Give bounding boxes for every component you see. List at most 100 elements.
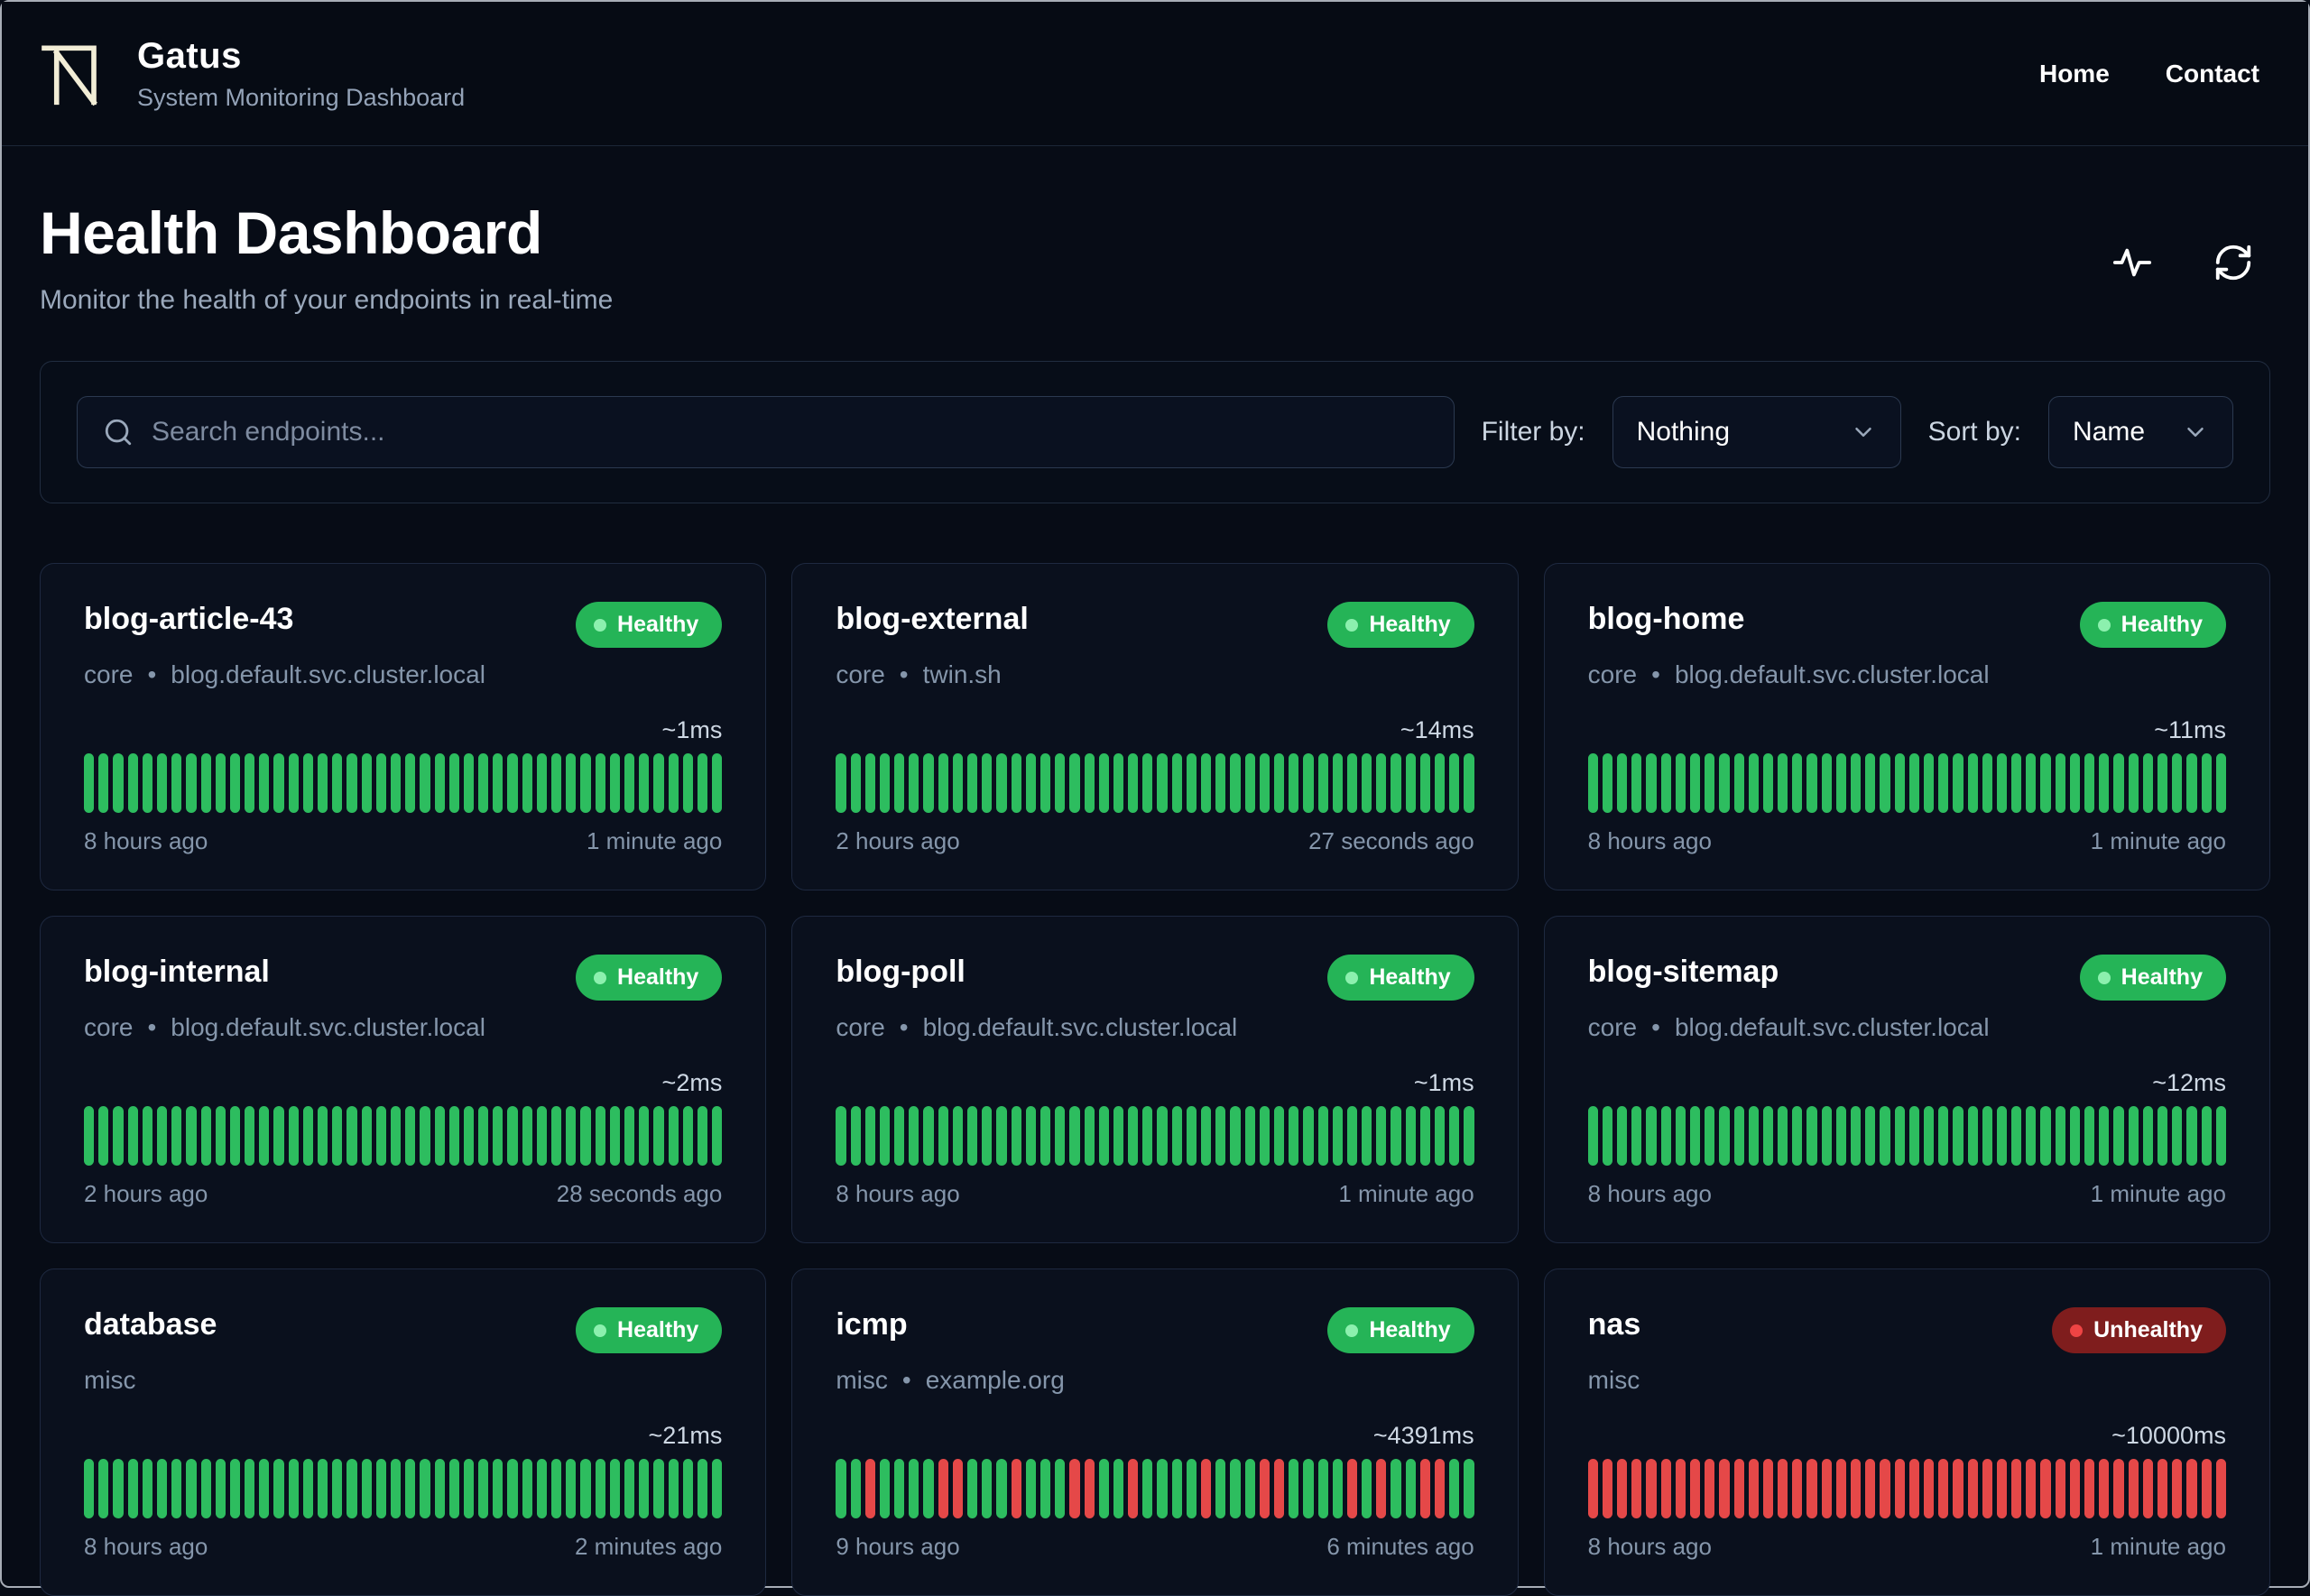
- uptime-bar[interactable]: [624, 1106, 635, 1166]
- uptime-bar[interactable]: [1332, 1106, 1343, 1166]
- uptime-bar[interactable]: [1705, 1106, 1715, 1166]
- uptime-bar[interactable]: [84, 1106, 95, 1166]
- uptime-bar[interactable]: [1851, 1106, 1862, 1166]
- endpoint-card[interactable]: blog-sitemap Healthy core • blog.default…: [1543, 916, 2270, 1243]
- uptime-bar[interactable]: [1186, 1106, 1197, 1166]
- uptime-bar[interactable]: [127, 1459, 138, 1518]
- uptime-bar[interactable]: [1851, 1459, 1862, 1518]
- uptime-bar[interactable]: [1967, 753, 1978, 813]
- uptime-bar[interactable]: [1230, 1459, 1241, 1518]
- uptime-bar[interactable]: [1464, 753, 1474, 813]
- uptime-bar[interactable]: [478, 753, 489, 813]
- nav-home[interactable]: Home: [2039, 60, 2110, 88]
- uptime-bar[interactable]: [1748, 753, 1759, 813]
- uptime-bar[interactable]: [2084, 1106, 2095, 1166]
- uptime-bar[interactable]: [1762, 753, 1774, 813]
- uptime-bar[interactable]: [245, 753, 255, 813]
- uptime-bar[interactable]: [98, 1106, 109, 1166]
- uptime-bar[interactable]: [1128, 1459, 1139, 1518]
- uptime-bar[interactable]: [1157, 1106, 1168, 1166]
- uptime-bar[interactable]: [2099, 753, 2110, 813]
- uptime-bar[interactable]: [2157, 1106, 2168, 1166]
- uptime-bar[interactable]: [1660, 753, 1671, 813]
- uptime-bar[interactable]: [653, 1106, 664, 1166]
- uptime-bar[interactable]: [463, 1106, 475, 1166]
- uptime-bar[interactable]: [1660, 1106, 1671, 1166]
- uptime-bar[interactable]: [273, 1459, 284, 1518]
- uptime-bar[interactable]: [2142, 753, 2153, 813]
- uptime-bar[interactable]: [909, 1459, 919, 1518]
- uptime-bar[interactable]: [375, 753, 386, 813]
- uptime-bar[interactable]: [1142, 753, 1153, 813]
- uptime-bar[interactable]: [1982, 753, 1992, 813]
- uptime-bar[interactable]: [405, 1459, 416, 1518]
- uptime-bar[interactable]: [850, 753, 861, 813]
- uptime-bar[interactable]: [2113, 753, 2124, 813]
- uptime-bar[interactable]: [156, 753, 168, 813]
- uptime-bar[interactable]: [982, 1459, 993, 1518]
- uptime-bar[interactable]: [1201, 1106, 1212, 1166]
- uptime-bar[interactable]: [712, 753, 723, 813]
- uptime-bar[interactable]: [1244, 1106, 1255, 1166]
- uptime-bar[interactable]: [1055, 1459, 1066, 1518]
- uptime-bar[interactable]: [996, 1459, 1007, 1518]
- uptime-bar[interactable]: [1923, 1459, 1935, 1518]
- uptime-bar[interactable]: [1719, 1459, 1730, 1518]
- uptime-bar[interactable]: [478, 1106, 489, 1166]
- uptime-bar[interactable]: [1821, 753, 1832, 813]
- uptime-bar[interactable]: [566, 1459, 577, 1518]
- uptime-bar[interactable]: [434, 1459, 445, 1518]
- uptime-bar[interactable]: [1982, 1106, 1992, 1166]
- uptime-bar[interactable]: [1660, 1459, 1671, 1518]
- uptime-bar[interactable]: [2026, 753, 2037, 813]
- uptime-bar[interactable]: [215, 753, 226, 813]
- uptime-bar[interactable]: [639, 1106, 650, 1166]
- uptime-bar[interactable]: [171, 753, 182, 813]
- uptime-bar[interactable]: [923, 1106, 934, 1166]
- uptime-bar[interactable]: [1244, 753, 1255, 813]
- uptime-bar[interactable]: [171, 1106, 182, 1166]
- uptime-bar[interactable]: [609, 753, 620, 813]
- uptime-bar[interactable]: [1719, 753, 1730, 813]
- uptime-bar[interactable]: [448, 1459, 459, 1518]
- uptime-bar[interactable]: [1435, 753, 1446, 813]
- uptime-bar[interactable]: [2142, 1459, 2153, 1518]
- uptime-bar[interactable]: [938, 753, 948, 813]
- uptime-bar[interactable]: [1880, 753, 1890, 813]
- uptime-bar[interactable]: [551, 1106, 562, 1166]
- uptime-bar[interactable]: [2040, 1106, 2051, 1166]
- uptime-bar[interactable]: [1201, 1459, 1212, 1518]
- uptime-bar[interactable]: [536, 753, 547, 813]
- uptime-bar[interactable]: [639, 1459, 650, 1518]
- uptime-bar[interactable]: [1346, 1106, 1358, 1166]
- uptime-bar[interactable]: [332, 1106, 343, 1166]
- uptime-bar[interactable]: [697, 1106, 708, 1166]
- uptime-bar[interactable]: [551, 753, 562, 813]
- uptime-bar[interactable]: [1215, 1106, 1226, 1166]
- uptime-bar[interactable]: [186, 1459, 197, 1518]
- uptime-bar[interactable]: [639, 753, 650, 813]
- uptime-bar[interactable]: [1908, 753, 1919, 813]
- uptime-bar[interactable]: [1821, 1106, 1832, 1166]
- uptime-bar[interactable]: [2084, 753, 2095, 813]
- uptime-bar[interactable]: [668, 1459, 679, 1518]
- uptime-bar[interactable]: [2055, 1106, 2065, 1166]
- uptime-bar[interactable]: [1405, 1106, 1416, 1166]
- uptime-bar[interactable]: [1142, 1459, 1153, 1518]
- uptime-bar[interactable]: [536, 1459, 547, 1518]
- uptime-bar[interactable]: [448, 753, 459, 813]
- uptime-bar[interactable]: [1362, 1459, 1372, 1518]
- uptime-bar[interactable]: [2201, 1459, 2212, 1518]
- uptime-bar[interactable]: [142, 753, 152, 813]
- uptime-bar[interactable]: [1587, 753, 1598, 813]
- uptime-bar[interactable]: [682, 753, 693, 813]
- uptime-bar[interactable]: [1646, 1459, 1657, 1518]
- uptime-bar[interactable]: [1186, 753, 1197, 813]
- uptime-bar[interactable]: [668, 1106, 679, 1166]
- uptime-bar[interactable]: [1142, 1106, 1153, 1166]
- uptime-bar[interactable]: [1069, 1459, 1080, 1518]
- uptime-bar[interactable]: [522, 1459, 532, 1518]
- uptime-bar[interactable]: [879, 753, 891, 813]
- uptime-bar[interactable]: [1098, 1106, 1109, 1166]
- uptime-bar[interactable]: [346, 1459, 357, 1518]
